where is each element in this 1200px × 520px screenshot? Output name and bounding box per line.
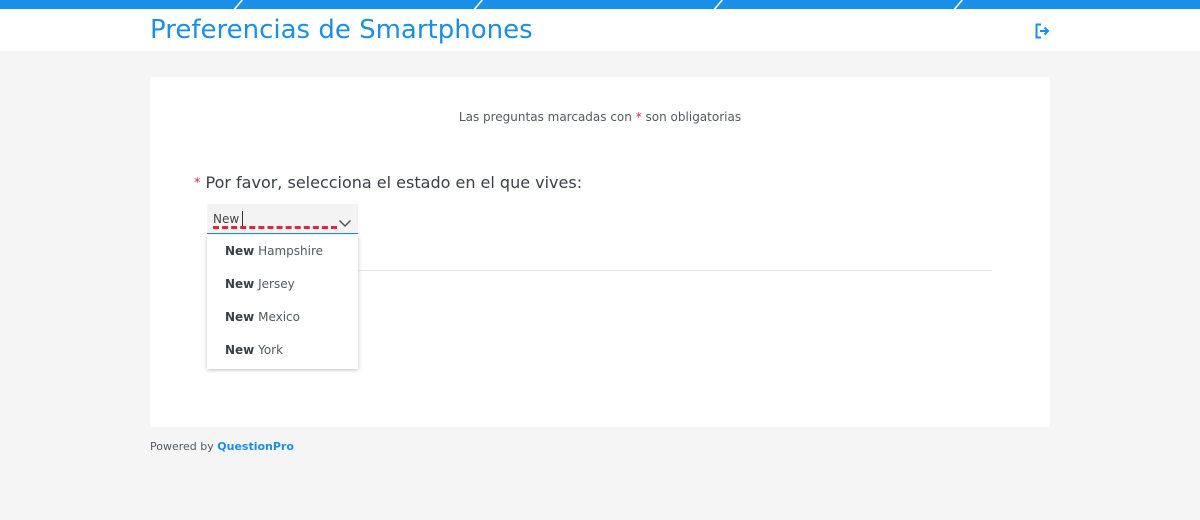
option-rest: Jersey: [254, 277, 295, 291]
required-note-text-after: son obligatorias: [645, 110, 742, 124]
question-text: Por favor, selecciona el estado en el qu…: [205, 173, 583, 192]
dropdown-option-new-york[interactable]: New York: [207, 334, 358, 367]
required-note-star: *: [635, 110, 642, 124]
required-note-text-before: Las preguntas marcadas con: [458, 110, 632, 124]
page-title: Preferencias de Smartphones: [150, 15, 533, 45]
stripe-divider: [231, 0, 245, 9]
required-note: Las preguntas marcadas con * son obligat…: [150, 110, 1050, 124]
chevron-down-icon[interactable]: [338, 213, 352, 228]
dropdown-option-new-mexico[interactable]: New Mexico: [207, 301, 358, 334]
powered-by: Powered by QuestionPro: [150, 440, 294, 453]
text-cursor: [242, 211, 244, 226]
state-combobox[interactable]: New: [207, 204, 358, 234]
state-dropdown-list: New Hampshire New Jersey New Mexico New …: [207, 235, 358, 369]
stripe-divider: [951, 0, 965, 9]
option-rest: Mexico: [254, 310, 300, 324]
dropdown-option-new-hampshire[interactable]: New Hampshire: [207, 235, 358, 268]
logout-icon[interactable]: [1033, 22, 1051, 40]
header: Preferencias de Smartphones: [0, 9, 1200, 51]
stripe-divider: [471, 0, 485, 9]
required-star: *: [194, 176, 201, 191]
option-match: New: [225, 343, 255, 357]
state-input-value[interactable]: New: [213, 211, 244, 226]
top-accent-stripe: [0, 0, 1200, 9]
option-match: New: [225, 277, 255, 291]
powered-by-text: Powered by: [150, 440, 214, 453]
option-match: New: [225, 244, 255, 258]
option-rest: York: [254, 343, 284, 357]
stripe-divider: [711, 0, 725, 9]
option-rest: Hampshire: [254, 244, 324, 258]
question-label: * Por favor, selecciona el estado en el q…: [194, 173, 582, 192]
dropdown-option-new-jersey[interactable]: New Jersey: [207, 268, 358, 301]
option-match: New: [225, 310, 255, 324]
spellcheck-underline: [213, 226, 337, 229]
state-input-text: New: [213, 212, 240, 226]
questionpro-link[interactable]: QuestionPro: [217, 440, 294, 453]
